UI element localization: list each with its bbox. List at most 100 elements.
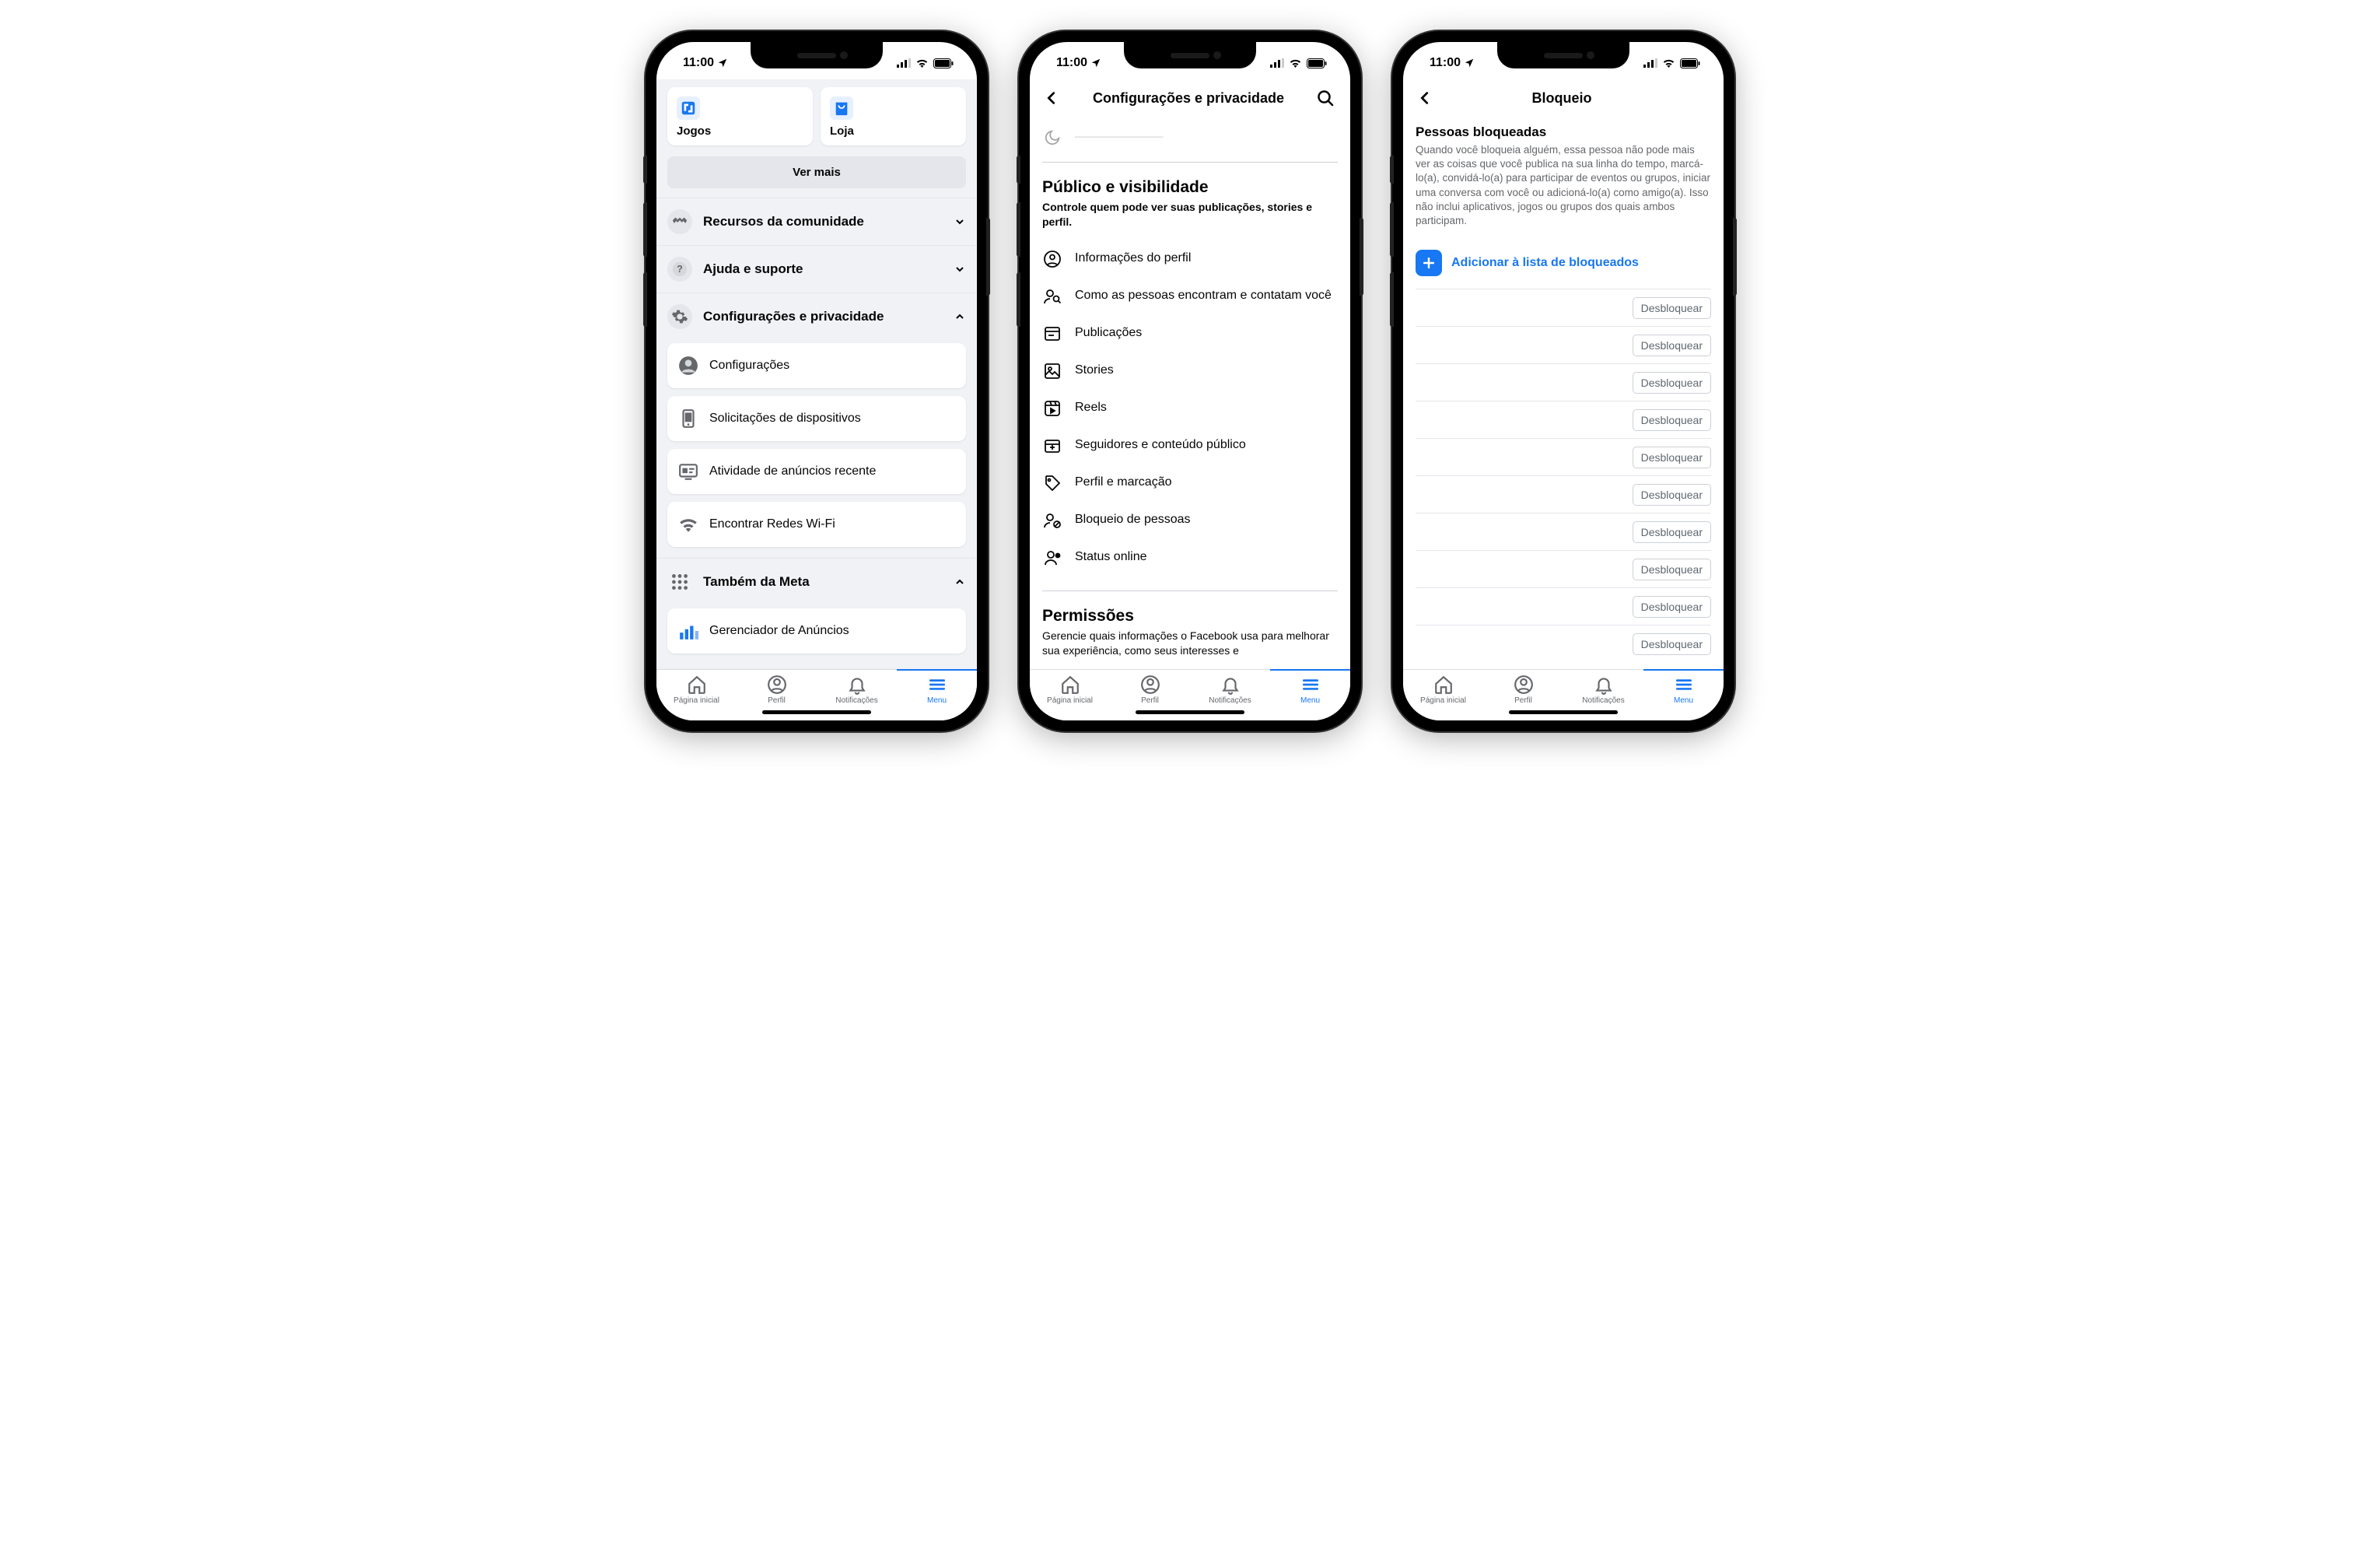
unblock-button[interactable]: Desbloquear: [1633, 521, 1711, 543]
wifi-search-icon: [678, 514, 698, 534]
settings-item-device-requests[interactable]: Solicitações de dispositivos: [667, 396, 966, 441]
unblock-button[interactable]: Desbloquear: [1633, 335, 1711, 356]
setting-blocking[interactable]: Bloqueio de pessoas: [1042, 502, 1338, 539]
cellular-icon: [897, 58, 911, 68]
back-button[interactable]: [1412, 86, 1437, 110]
tab-menu[interactable]: Menu: [1270, 675, 1350, 705]
add-to-blocklist-label: Adicionar à lista de bloqueados: [1451, 256, 1639, 270]
shortcut-games[interactable]: Jogos: [667, 87, 813, 145]
settings-item-ad-activity[interactable]: Atividade de anúncios recente: [667, 449, 966, 494]
expand-also-meta[interactable]: Também da Meta: [656, 558, 977, 605]
search-icon: [1316, 89, 1335, 107]
meta-item-label: Gerenciador de Anúncios: [709, 624, 849, 638]
chevron-left-icon: [1416, 89, 1433, 107]
unblock-button[interactable]: Desbloquear: [1633, 447, 1711, 468]
expand-settings-privacy[interactable]: Configurações e privacidade: [656, 293, 977, 340]
back-button[interactable]: [1039, 86, 1064, 110]
tab-profile[interactable]: Perfil: [1110, 675, 1190, 705]
tab-label: Perfil: [1141, 696, 1159, 705]
setting-posts[interactable]: Publicações: [1042, 315, 1338, 352]
question-icon: ?: [672, 261, 688, 277]
notch: [751, 42, 883, 68]
setting-followers[interactable]: Seguidores e conteúdo público: [1042, 427, 1338, 464]
unblock-button[interactable]: Desbloquear: [1633, 633, 1711, 655]
blocked-row: Desbloquear: [1416, 326, 1711, 363]
menu-icon: [1674, 675, 1694, 695]
person-dot-icon: [1043, 548, 1062, 567]
gear-icon: [671, 308, 688, 325]
tab-menu[interactable]: Menu: [897, 675, 977, 705]
tab-home[interactable]: Página inicial: [1030, 675, 1110, 705]
setting-reels[interactable]: Reels: [1042, 390, 1338, 427]
ad-icon: [678, 461, 698, 482]
tab-home[interactable]: Página inicial: [656, 675, 737, 705]
status-time: 11:00: [683, 56, 714, 70]
expand-meta-label: Também da Meta: [703, 574, 943, 590]
unblock-button[interactable]: Desbloquear: [1633, 484, 1711, 506]
expand-help[interactable]: ? Ajuda e suporte: [656, 245, 977, 293]
tab-notifications[interactable]: Notificações: [1563, 675, 1643, 705]
setting-profile-info[interactable]: Informações do perfil: [1042, 240, 1338, 278]
home-icon: [1433, 675, 1454, 695]
person-circle-icon: [1043, 250, 1062, 268]
setting-tagging[interactable]: Perfil e marcação: [1042, 464, 1338, 502]
svg-text:?: ?: [677, 264, 683, 275]
tab-label: Página inicial: [674, 696, 719, 705]
header-title: Configurações e privacidade: [1070, 90, 1307, 107]
tab-menu[interactable]: Menu: [1643, 675, 1724, 705]
tab-label: Perfil: [1514, 696, 1532, 705]
setting-label: Bloqueio de pessoas: [1075, 512, 1338, 528]
phone-frame-2: 11:00 Configurações e privacidade: [1019, 31, 1361, 731]
settings-item-settings[interactable]: Configurações: [667, 343, 966, 388]
home-indicator[interactable]: [1136, 710, 1244, 714]
tab-profile[interactable]: Perfil: [1483, 675, 1563, 705]
settings-item-label: Solicitações de dispositivos: [709, 412, 861, 426]
home-indicator[interactable]: [762, 710, 871, 714]
wifi-icon: [1289, 58, 1302, 68]
section-subtitle-permissions: Gerencie quais informações o Facebook us…: [1042, 629, 1338, 658]
ver-mais-button[interactable]: Ver mais: [667, 156, 966, 188]
profile-icon: [1514, 675, 1534, 695]
tab-label: Notificações: [1209, 696, 1251, 705]
setting-find-contact[interactable]: Como as pessoas encontram e contatam voc…: [1042, 278, 1338, 315]
setting-online-status[interactable]: Status online: [1042, 539, 1338, 576]
unblock-button[interactable]: Desbloquear: [1633, 559, 1711, 580]
section-subtitle-audience: Controle quem pode ver suas publicações,…: [1042, 200, 1338, 230]
grid-icon: [670, 572, 690, 592]
add-to-blocklist[interactable]: Adicionar à lista de bloqueados: [1416, 245, 1711, 289]
plus-icon: [1421, 255, 1437, 271]
phone-frame-1: 11:00 Jogos: [646, 31, 988, 731]
blocked-row: Desbloquear: [1416, 475, 1711, 513]
unblock-button[interactable]: Desbloquear: [1633, 297, 1711, 319]
tag-icon: [1043, 474, 1062, 492]
tab-label: Menu: [1674, 696, 1693, 705]
chevron-up-icon: [954, 310, 966, 323]
tab-notifications[interactable]: Notificações: [817, 675, 897, 705]
expand-community[interactable]: Recursos da comunidade: [656, 198, 977, 245]
tab-label: Menu: [1300, 696, 1320, 705]
cellular-icon: [1643, 58, 1657, 68]
tab-notifications[interactable]: Notificações: [1190, 675, 1270, 705]
shortcut-store-label: Loja: [830, 124, 957, 138]
unblock-button[interactable]: Desbloquear: [1633, 596, 1711, 618]
unblock-button[interactable]: Desbloquear: [1633, 372, 1711, 394]
settings-item-label: Encontrar Redes Wi-Fi: [709, 517, 835, 531]
setting-stories[interactable]: Stories: [1042, 352, 1338, 390]
blocked-section-description: Quando você bloqueia alguém, essa pessoa…: [1416, 143, 1711, 228]
settings-item-wifi[interactable]: Encontrar Redes Wi-Fi: [667, 502, 966, 547]
meta-item-ads-manager[interactable]: Gerenciador de Anúncios: [667, 608, 966, 654]
tab-label: Página inicial: [1047, 696, 1093, 705]
tab-home[interactable]: Página inicial: [1403, 675, 1483, 705]
unblock-button[interactable]: Desbloquear: [1633, 409, 1711, 431]
location-arrow-icon: [1464, 58, 1475, 68]
search-button[interactable]: [1313, 86, 1338, 110]
device-icon: [678, 408, 698, 429]
blocked-row: Desbloquear: [1416, 550, 1711, 587]
bell-icon: [847, 675, 867, 695]
setting-label: ──────────: [1075, 131, 1163, 145]
home-indicator[interactable]: [1509, 710, 1618, 714]
setting-dark-mode[interactable]: ──────────: [1042, 120, 1338, 156]
shortcut-store[interactable]: Loja: [821, 87, 966, 145]
setting-label: Seguidores e conteúdo público: [1075, 437, 1338, 454]
tab-profile[interactable]: Perfil: [737, 675, 817, 705]
